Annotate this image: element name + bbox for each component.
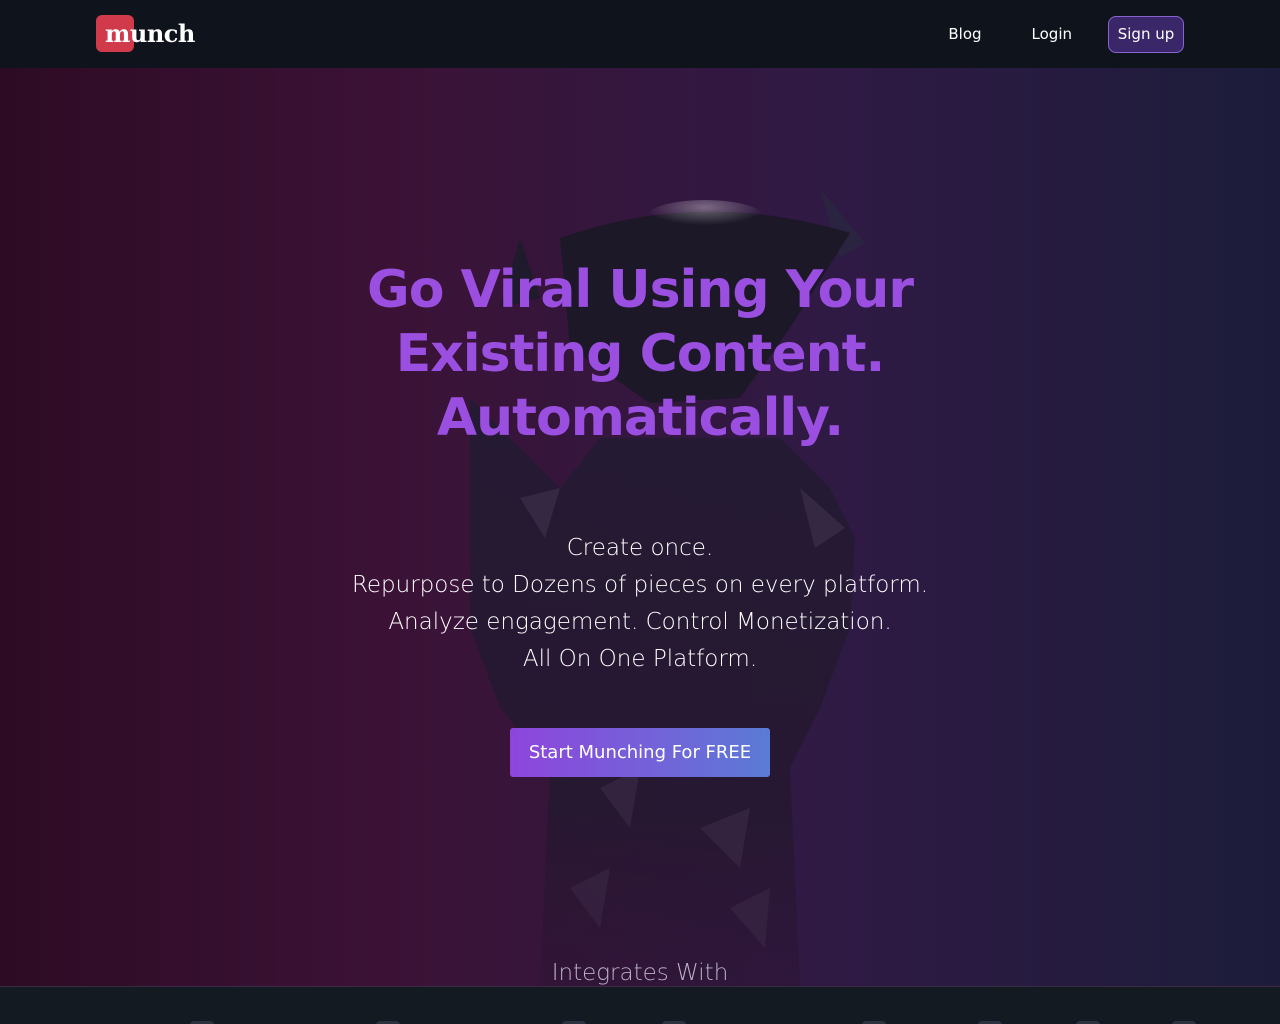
hero-subtitle: Create once. Repurpose to Dozens of piec… (240, 530, 1040, 678)
logo-text: munch (105, 18, 195, 48)
start-munching-button[interactable]: Start Munching For FREE (510, 728, 770, 777)
nav-link-login[interactable]: Login (1032, 25, 1072, 43)
nav-link-blog[interactable]: Blog (948, 25, 981, 43)
hero-subtitle-line-4: All On One Platform. (522, 646, 758, 672)
top-navbar: munch Blog Login Sign up (0, 0, 1280, 68)
hero-title-line-2: Existing Content. (395, 324, 886, 384)
integrates-with-heading: Integrates With (551, 960, 729, 986)
hero-subtitle-line-2: Repurpose to Dozens of pieces on every p… (351, 572, 929, 598)
hero-subtitle-line-1: Create once. (566, 535, 714, 561)
hero-title-line-1: Go Viral Using Your (367, 260, 914, 320)
hero-title: Go Viral Using Your Existing Content. Au… (290, 258, 990, 450)
hero-content: Go Viral Using Your Existing Content. Au… (0, 68, 1280, 986)
hero-title-line-3: Automatically. (436, 388, 844, 448)
integration-logos-strip (0, 986, 1280, 1024)
hero-section: Go Viral Using Your Existing Content. Au… (0, 68, 1280, 986)
nav-links: Blog Login Sign up (898, 15, 1184, 53)
signup-button[interactable]: Sign up (1108, 15, 1184, 53)
hero-subtitle-line-3: Analyze engagement. Control Monetization… (388, 609, 892, 635)
munch-logo[interactable]: munch (96, 15, 195, 53)
